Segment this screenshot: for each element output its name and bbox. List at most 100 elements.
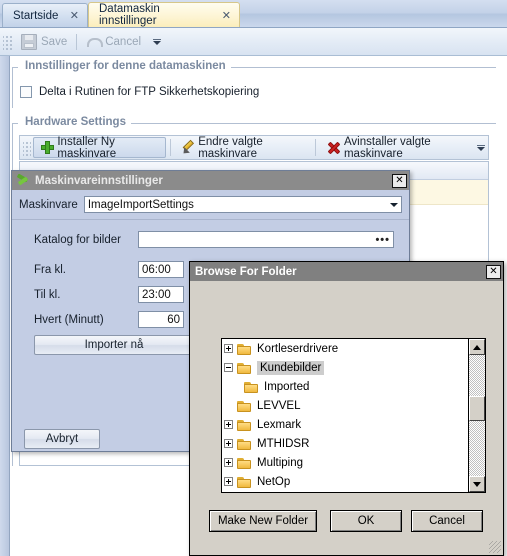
folder-label: MTHIDSR	[257, 437, 310, 450]
scroll-down-arrow-icon[interactable]	[469, 476, 485, 492]
list-item[interactable]: Kundebilder	[222, 358, 485, 377]
hardware-toolbar-overflow-icon[interactable]	[476, 144, 486, 151]
ftp-backup-checkbox-label: Delta i Rutinen for FTP Sikkerhetskopier…	[39, 86, 260, 98]
resize-grip[interactable]	[489, 541, 501, 553]
expander-plus-icon[interactable]	[224, 458, 233, 467]
interval-label: Hvert (Minutt)	[34, 313, 104, 326]
list-item[interactable]: Imported	[222, 377, 485, 396]
hardware-toolbar: Installer Ny maskinvare Endre valgte mas…	[19, 135, 489, 160]
ftp-backup-checkbox-row[interactable]: Delta i Rutinen for FTP Sikkerhetskopier…	[20, 86, 259, 98]
folder-tree-scrollbar[interactable]	[468, 339, 485, 492]
folder-label: Multiping	[257, 456, 304, 469]
edit-selected-hardware-label: Endre valgte maskinvare	[198, 135, 263, 160]
main-toolbar: Save Cancel	[0, 28, 507, 56]
folder-label: Imported	[264, 380, 310, 393]
browse-for-folder-dialog: Browse For Folder ✕ Kortleserdrivere Kun…	[189, 261, 504, 556]
floppy-disk-icon	[21, 33, 37, 50]
browse-folder-button[interactable]: •••	[375, 234, 390, 246]
folder-icon	[237, 400, 252, 412]
from-time-label: Fra kl.	[34, 263, 66, 276]
browse-cancel-label: Cancel	[429, 515, 465, 527]
hardware-settings-group-title: Hardware Settings	[20, 116, 131, 128]
folder-icon	[237, 457, 252, 469]
expander-plus-icon[interactable]	[224, 420, 233, 429]
to-time-value[interactable]: 23:00	[138, 286, 184, 303]
folder-label-selected: Kundebilder	[257, 360, 325, 375]
expander-minus-icon[interactable]	[224, 363, 233, 372]
scrollbar-thumb[interactable]	[469, 396, 485, 421]
tab-datamaskin-innstillinger[interactable]: Datamaskin innstillinger ✕	[88, 2, 240, 27]
expander-plus-icon[interactable]	[224, 344, 233, 353]
toolbar-separator	[76, 33, 78, 50]
list-item[interactable]: Lexmark	[222, 415, 485, 434]
tab-datamaskin-innstillinger-label: Datamaskin innstillinger	[99, 3, 160, 27]
folder-label: Kortleserdrivere	[257, 342, 339, 355]
save-button-label: Save	[41, 35, 68, 48]
device-selector-row: Maskinvare ImageImportSettings	[12, 190, 409, 220]
import-now-label: Importer nå	[84, 339, 144, 351]
green-hardware-icon	[16, 174, 30, 187]
expander-plus-icon[interactable]	[224, 439, 233, 448]
make-new-folder-label: Make New Folder	[217, 515, 309, 527]
tab-startside[interactable]: Startside ✕	[2, 3, 88, 27]
edit-selected-hardware-button[interactable]: Endre valgte maskinvare	[174, 135, 311, 160]
save-button[interactable]: Save	[15, 32, 73, 52]
close-icon[interactable]: ✕	[392, 173, 407, 188]
tab-startside-label: Startside	[13, 9, 59, 22]
dialog-cancel-label: Avbryt	[45, 433, 79, 445]
to-time-label: Til kl.	[34, 288, 61, 301]
toolbar-overflow-icon[interactable]	[151, 32, 163, 52]
uninstall-selected-hardware-label: Avinstaller valgte maskinvare	[343, 135, 431, 160]
browse-ok-button[interactable]: OK	[330, 510, 402, 532]
image-folder-input[interactable]: •••	[138, 231, 394, 248]
list-item[interactable]: Multiping	[222, 453, 485, 472]
browse-dialog-titlebar[interactable]: Browse For Folder ✕	[190, 262, 503, 281]
uninstall-selected-hardware-button[interactable]: Avinstaller valgte maskinvare	[320, 135, 476, 160]
hardware-settings-dialog-title: Maskinvareinnstillinger	[35, 174, 163, 187]
from-time-value[interactable]: 06:00	[138, 261, 184, 278]
folder-icon	[237, 362, 252, 374]
hardware-toolbar-separator	[169, 139, 171, 156]
interval-row: Hvert (Minutt) 60	[34, 311, 200, 328]
pencil-icon	[181, 141, 194, 155]
tab-strip: Startside ✕ Datamaskin innstillinger ✕	[0, 0, 507, 28]
toolbar-drag-handle[interactable]	[3, 33, 13, 50]
green-plus-icon	[41, 141, 55, 154]
folder-icon	[237, 438, 252, 450]
hardware-toolbar-separator-2	[315, 139, 317, 156]
cancel-button[interactable]: Cancel	[80, 33, 147, 50]
red-x-icon	[327, 141, 339, 154]
make-new-folder-button[interactable]: Make New Folder	[209, 510, 317, 532]
browse-ok-label: OK	[357, 515, 375, 527]
folder-label: LEVVEL	[257, 399, 301, 412]
device-combobox[interactable]: ImageImportSettings	[83, 196, 402, 213]
undo-arrow-icon	[86, 35, 104, 48]
folder-icon	[237, 476, 252, 488]
tab-startside-close-icon[interactable]: ✕	[70, 9, 79, 22]
list-item[interactable]: NetOp	[222, 472, 485, 491]
import-now-button[interactable]: Importer nå	[34, 335, 194, 355]
expander-plus-icon[interactable]	[224, 477, 233, 486]
device-label: Maskinvare	[19, 198, 78, 211]
chevron-down-icon[interactable]	[386, 197, 401, 212]
close-icon[interactable]: ✕	[486, 264, 501, 279]
scroll-up-arrow-icon[interactable]	[469, 339, 485, 355]
hardware-toolbar-drag-handle[interactable]	[23, 139, 32, 156]
folder-label: Lexmark	[257, 418, 302, 431]
tab-datamaskin-innstillinger-close-icon[interactable]: ✕	[222, 9, 231, 22]
folder-label: NetOp	[257, 475, 291, 488]
list-item[interactable]: LEVVEL	[222, 396, 485, 415]
dialog-cancel-button[interactable]: Avbryt	[24, 429, 100, 449]
list-item[interactable]: MTHIDSR	[222, 434, 485, 453]
hardware-settings-dialog-titlebar[interactable]: Maskinvareinnstillinger ✕	[12, 171, 409, 190]
folder-icon	[237, 419, 252, 431]
list-item[interactable]: Kortleserdrivere	[222, 339, 485, 358]
left-accent-stripe	[0, 56, 10, 556]
folder-tree[interactable]: Kortleserdrivere Kundebilder Imported LE…	[221, 338, 486, 493]
browse-cancel-button[interactable]: Cancel	[411, 510, 483, 532]
interval-value[interactable]: 60	[138, 311, 184, 328]
install-new-hardware-label: Installer Ny maskinvare	[57, 135, 117, 160]
install-new-hardware-button[interactable]: Installer Ny maskinvare	[33, 135, 166, 160]
ftp-backup-checkbox[interactable]	[20, 86, 32, 98]
device-combobox-value: ImageImportSettings	[87, 198, 194, 211]
